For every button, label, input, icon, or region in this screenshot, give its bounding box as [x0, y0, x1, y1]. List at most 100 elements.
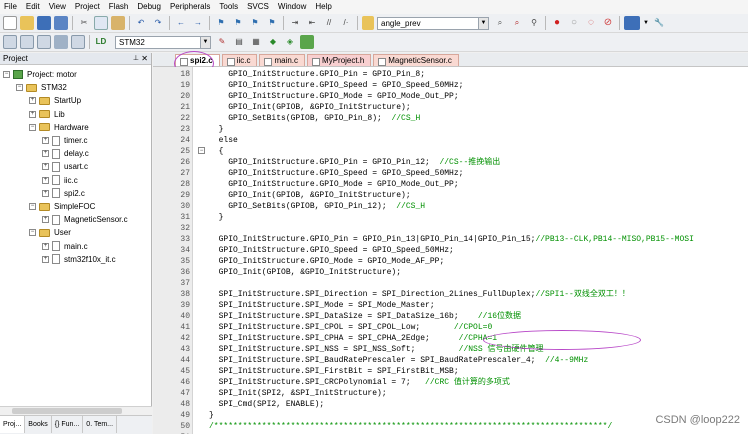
copy-icon[interactable]	[94, 16, 108, 30]
layout-dropdown-icon[interactable]: ▼	[643, 16, 649, 30]
tree-folder-item[interactable]: + Lib	[29, 108, 65, 121]
menu-item-window[interactable]: Window	[278, 0, 306, 14]
undo-icon[interactable]: ↶	[134, 16, 148, 30]
save-icon[interactable]	[37, 16, 51, 30]
menu-item-file[interactable]: File	[4, 0, 17, 14]
bookmark-icon[interactable]: ⚑	[214, 16, 228, 30]
find-in-files-icon[interactable]	[362, 16, 374, 30]
file-extensions-icon[interactable]: ▤	[232, 35, 246, 49]
menu-item-svcs[interactable]: SVCS	[247, 0, 269, 14]
expand-icon[interactable]: +	[29, 110, 36, 118]
menu-item-view[interactable]: View	[49, 0, 66, 14]
panel-tab[interactable]: 0. Tem...	[83, 416, 118, 433]
window-layout-icon[interactable]	[624, 16, 640, 30]
open-folder-icon[interactable]	[20, 16, 34, 30]
collapse-icon[interactable]: −	[29, 229, 36, 237]
nav-forward-icon[interactable]: →	[191, 16, 205, 30]
tree-folder-item[interactable]: − Hardware	[29, 121, 89, 134]
incremental-find-icon[interactable]: ⌕	[510, 16, 524, 30]
find-icon[interactable]: ⌕	[493, 16, 507, 30]
find-combo[interactable]: angle_prev ▼	[377, 16, 489, 30]
editor-tab[interactable]: main.c	[259, 54, 306, 66]
translate-icon[interactable]	[3, 35, 17, 49]
menu-item-flash[interactable]: Flash	[109, 0, 129, 14]
stop-build-icon[interactable]	[71, 35, 85, 49]
expand-icon[interactable]: +	[42, 163, 49, 171]
menu-item-tools[interactable]: Tools	[219, 0, 238, 14]
close-icon[interactable]: ✕	[141, 53, 148, 65]
download-icon[interactable]: LD	[94, 35, 108, 49]
breakpoint-disable-icon[interactable]: ◌	[584, 16, 598, 30]
bookmark-prev-icon[interactable]: ⚑	[231, 16, 245, 30]
target-select[interactable]: STM32 ▼	[115, 35, 211, 49]
bookmark-clear-icon[interactable]: ⚑	[265, 16, 279, 30]
pack-installer-icon[interactable]: ◈	[283, 35, 297, 49]
save-all-icon[interactable]	[54, 16, 68, 30]
fold-collapse-icon[interactable]: −	[198, 147, 205, 154]
indent-icon[interactable]: ⇥	[288, 16, 302, 30]
editor-tab[interactable]: spi2.c	[175, 54, 220, 66]
collapse-icon[interactable]: −	[29, 203, 36, 210]
comment-icon[interactable]: //	[322, 16, 336, 30]
tree-file-item[interactable]: + timer.c	[42, 134, 88, 147]
tree-file-item[interactable]: + stm32f10x_it.c	[42, 253, 116, 266]
uncomment-icon[interactable]: /·	[339, 16, 353, 30]
manage-components-icon[interactable]: ▦	[249, 35, 263, 49]
debug-start-icon[interactable]: ●	[550, 16, 564, 30]
expand-icon[interactable]: +	[42, 242, 49, 250]
editor-tab[interactable]: iic.c	[221, 54, 258, 66]
breakpoint-clear-icon[interactable]: ⊘	[601, 16, 615, 30]
tree-file-item[interactable]: + usart.c	[42, 160, 88, 173]
chevron-down-icon[interactable]: ▼	[478, 17, 488, 29]
panel-tab[interactable]: Proj...	[0, 416, 26, 433]
collapse-icon[interactable]: −	[16, 84, 23, 92]
run-time-env-icon[interactable]	[300, 35, 314, 49]
expand-icon[interactable]: +	[29, 97, 36, 105]
expand-icon[interactable]: +	[42, 189, 49, 197]
unindent-icon[interactable]: ⇤	[305, 16, 319, 30]
panel-tab[interactable]: {} Fun...	[52, 416, 84, 433]
chevron-down-icon[interactable]: ▼	[200, 36, 210, 48]
pin-icon[interactable]: ⊥	[133, 53, 139, 65]
scrollbar-thumb[interactable]	[12, 408, 122, 414]
build-icon[interactable]	[20, 35, 34, 49]
zoom-icon[interactable]: ⚲	[527, 16, 541, 30]
editor-tab[interactable]: MagneticSensor.c	[373, 54, 459, 66]
menu-item-peripherals[interactable]: Peripherals	[170, 0, 210, 14]
tree-folder-item[interactable]: − User	[29, 226, 71, 239]
nav-back-icon[interactable]: ←	[174, 16, 188, 30]
expand-icon[interactable]: +	[42, 150, 49, 158]
tree-folder-item[interactable]: − SimpleFOC	[29, 200, 95, 213]
expand-icon[interactable]: +	[42, 216, 49, 224]
cut-icon[interactable]: ✂	[77, 16, 91, 30]
menu-item-help[interactable]: Help	[315, 0, 331, 14]
tree-file-item[interactable]: + main.c	[42, 240, 88, 253]
batch-build-icon[interactable]	[54, 35, 68, 49]
breakpoint-insert-icon[interactable]: ○	[567, 16, 581, 30]
editor-tab[interactable]: MyProject.h	[307, 54, 372, 66]
code-editor[interactable]: 18 GPIO_InitStructure.GPIO_Pin = GPIO_Pi…	[153, 67, 748, 434]
tree-file-item[interactable]: + MagneticSensor.c	[42, 213, 128, 226]
expand-icon[interactable]: +	[42, 137, 49, 144]
tree-file-item[interactable]: + delay.c	[42, 147, 89, 160]
paste-icon[interactable]	[111, 16, 125, 30]
tree-folder-item[interactable]: − STM32	[16, 81, 67, 94]
collapse-icon[interactable]: −	[29, 123, 36, 131]
tree-file-item[interactable]: + spi2.c	[42, 187, 85, 200]
tree-file-item[interactable]: + iic.c	[42, 174, 78, 187]
collapse-icon[interactable]: −	[3, 71, 10, 78]
redo-icon[interactable]: ↷	[151, 16, 165, 30]
expand-icon[interactable]: +	[42, 255, 49, 263]
rebuild-icon[interactable]	[37, 35, 51, 49]
bookmark-next-icon[interactable]: ⚑	[248, 16, 262, 30]
new-file-icon[interactable]	[3, 16, 17, 30]
select-packs-icon[interactable]: ◆	[266, 35, 280, 49]
menu-item-project[interactable]: Project	[75, 0, 100, 14]
project-horizontal-scrollbar[interactable]	[0, 406, 152, 415]
configure-icon[interactable]: 🔧	[652, 16, 666, 30]
expand-icon[interactable]: +	[42, 176, 49, 184]
panel-tab[interactable]: Books	[25, 416, 52, 433]
menu-item-edit[interactable]: Edit	[26, 0, 40, 14]
tree-folder-item[interactable]: − Project: motor	[3, 68, 77, 81]
target-options-icon[interactable]: ✎	[215, 35, 229, 49]
